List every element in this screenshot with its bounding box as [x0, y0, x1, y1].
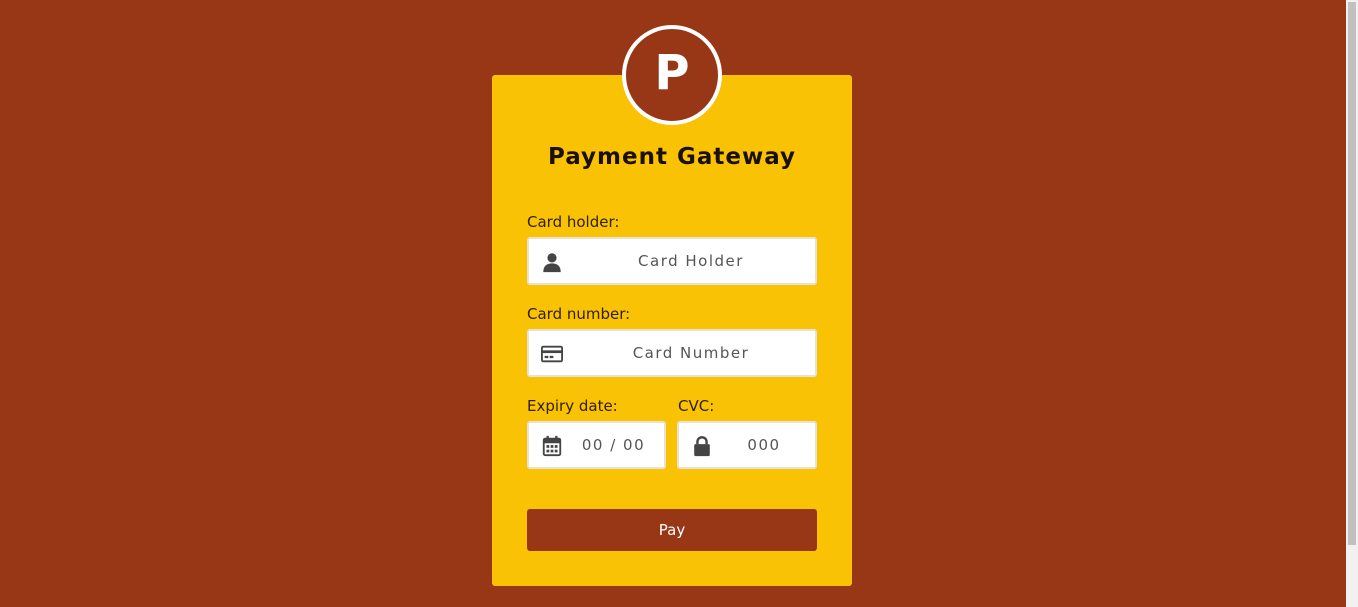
expiry-date-input[interactable]	[569, 423, 658, 467]
page-title: Payment Gateway	[547, 144, 797, 170]
card-number-field	[527, 329, 817, 377]
page: P Payment Gateway Card holder: Card numb…	[0, 0, 1358, 607]
credit-card-icon	[541, 345, 563, 363]
calendar-icon	[542, 435, 562, 457]
expiry-date-field	[527, 421, 666, 469]
cvc-input[interactable]	[719, 423, 809, 467]
lock-icon	[694, 436, 710, 457]
vertical-scrollbar[interactable]	[1346, 0, 1358, 607]
expiry-date-label: Expiry date:	[527, 397, 618, 415]
scrollbar-thumb[interactable]	[1348, 2, 1356, 545]
card-number-label: Card number:	[527, 305, 631, 323]
pay-button[interactable]: Pay	[527, 509, 817, 551]
card-holder-input[interactable]	[575, 239, 807, 283]
cvc-field	[677, 421, 817, 469]
card-holder-label: Card holder:	[527, 213, 620, 231]
logo-badge: P	[622, 25, 722, 125]
user-icon	[543, 253, 561, 273]
cvc-label: CVC:	[678, 397, 715, 415]
card-number-input[interactable]	[575, 331, 807, 375]
card-holder-field	[527, 237, 817, 285]
logo-letter: P	[654, 45, 690, 101]
